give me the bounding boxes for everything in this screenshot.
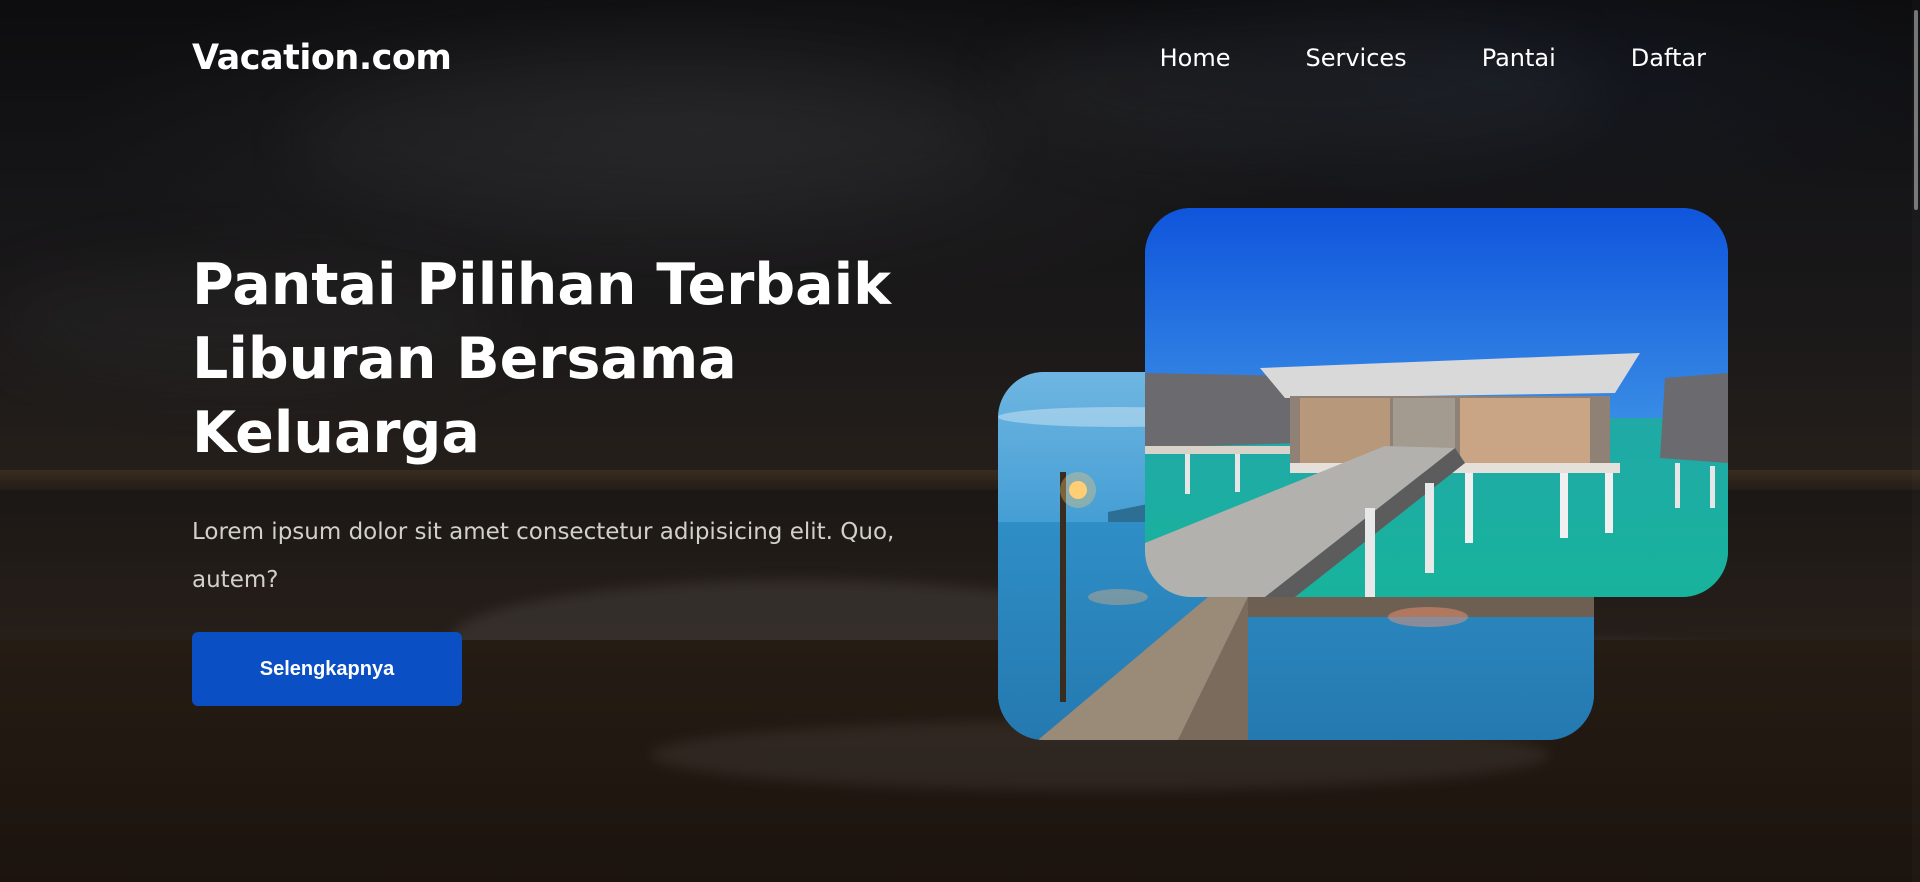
hero-description: Lorem ipsum dolor sit amet consectetur a… — [192, 519, 895, 593]
villa-photo — [1145, 208, 1728, 597]
main-nav: Home Services Pantai Daftar — [1160, 44, 1706, 72]
hero-title-line: Keluarga — [192, 400, 480, 466]
nav-link-pantai[interactable]: Pantai — [1482, 44, 1556, 72]
nav-link-services[interactable]: Services — [1305, 44, 1406, 72]
hero-title: Pantai Pilihan Terbaik Liburan Bersama K… — [192, 248, 892, 470]
hero-title-line: Pantai Pilihan Terbaik — [192, 252, 892, 318]
scrollbar-thumb[interactable] — [1914, 10, 1918, 210]
site-logo[interactable]: Vacation.com — [192, 38, 452, 78]
hero-title-line: Liburan Bersama — [192, 326, 737, 392]
selengkapnya-button[interactable]: Selengkapnya — [192, 632, 462, 706]
page-scrollbar[interactable] — [1912, 0, 1920, 882]
nav-link-daftar[interactable]: Daftar — [1631, 44, 1706, 72]
site-header: Vacation.com Home Services Pantai Daftar — [192, 30, 1706, 86]
villa-photo-illustration — [1145, 208, 1728, 597]
nav-link-home[interactable]: Home — [1160, 44, 1231, 72]
